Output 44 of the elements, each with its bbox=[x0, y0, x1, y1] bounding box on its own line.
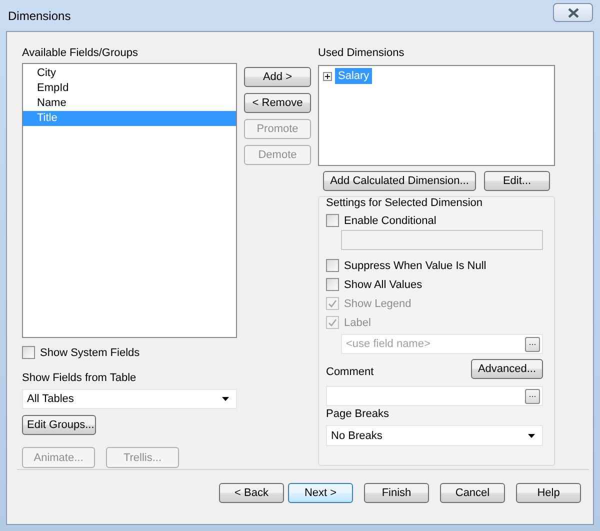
checkbox-label: Show System Fields bbox=[40, 346, 140, 360]
section-label: Available Fields/Groups bbox=[22, 46, 138, 60]
browse-button[interactable]: ... bbox=[525, 388, 540, 404]
dropdown-arrow-icon bbox=[222, 397, 229, 401]
button[interactable]: Add > bbox=[244, 67, 311, 87]
checkbox-label: Enable Conditional bbox=[344, 214, 436, 228]
checkbox[interactable] bbox=[326, 214, 339, 227]
label-field[interactable]: <use field name> ... bbox=[341, 334, 543, 354]
list-item[interactable]: Name bbox=[23, 96, 236, 111]
comment-field[interactable]: ... bbox=[326, 386, 543, 406]
browse-button[interactable]: ... bbox=[525, 336, 540, 352]
check-icon bbox=[328, 299, 337, 308]
group-title: Settings for Selected Dimension bbox=[326, 196, 484, 210]
page-breaks-dropdown[interactable]: No Breaks bbox=[326, 425, 543, 446]
edit-groups-button[interactable]: Edit Groups... bbox=[22, 415, 96, 435]
advanced-button[interactable]: Advanced... bbox=[471, 359, 543, 379]
button[interactable]: < Remove bbox=[244, 93, 311, 113]
button[interactable]: Cancel bbox=[440, 483, 505, 503]
button[interactable]: Finish bbox=[364, 483, 429, 503]
close-button[interactable] bbox=[553, 3, 593, 22]
button[interactable]: Next > bbox=[288, 483, 353, 503]
checkbox-label: Show Legend bbox=[344, 296, 412, 310]
section-label: Used Dimensions bbox=[318, 46, 404, 60]
dropdown-arrow-icon bbox=[528, 434, 535, 438]
field-label: Comment bbox=[326, 365, 374, 379]
checkbox-label: Show All Values bbox=[344, 278, 422, 292]
field-label: Page Breaks bbox=[326, 407, 390, 421]
close-icon bbox=[568, 8, 578, 18]
checkbox-label: Label bbox=[344, 316, 371, 330]
checkbox[interactable] bbox=[22, 346, 35, 359]
check-icon bbox=[328, 318, 337, 327]
checkbox[interactable] bbox=[326, 278, 339, 291]
checkbox[interactable] bbox=[326, 259, 339, 272]
checkbox-label: Suppress When Value Is Null bbox=[344, 258, 486, 272]
field-list[interactable]: City EmpId Name Title bbox=[22, 63, 237, 338]
button[interactable]: < Back bbox=[219, 483, 284, 503]
window-title: Dimensions bbox=[8, 9, 71, 23]
table-dropdown[interactable]: All Tables bbox=[22, 389, 237, 409]
field-label: Show Fields from Table bbox=[22, 371, 136, 385]
button[interactable]: Add Calculated Dimension... bbox=[323, 171, 476, 191]
button[interactable]: Edit... bbox=[484, 171, 550, 191]
button[interactable]: Help bbox=[516, 483, 581, 503]
list-item[interactable]: City bbox=[23, 66, 236, 81]
list-item[interactable]: EmpId bbox=[23, 81, 236, 96]
